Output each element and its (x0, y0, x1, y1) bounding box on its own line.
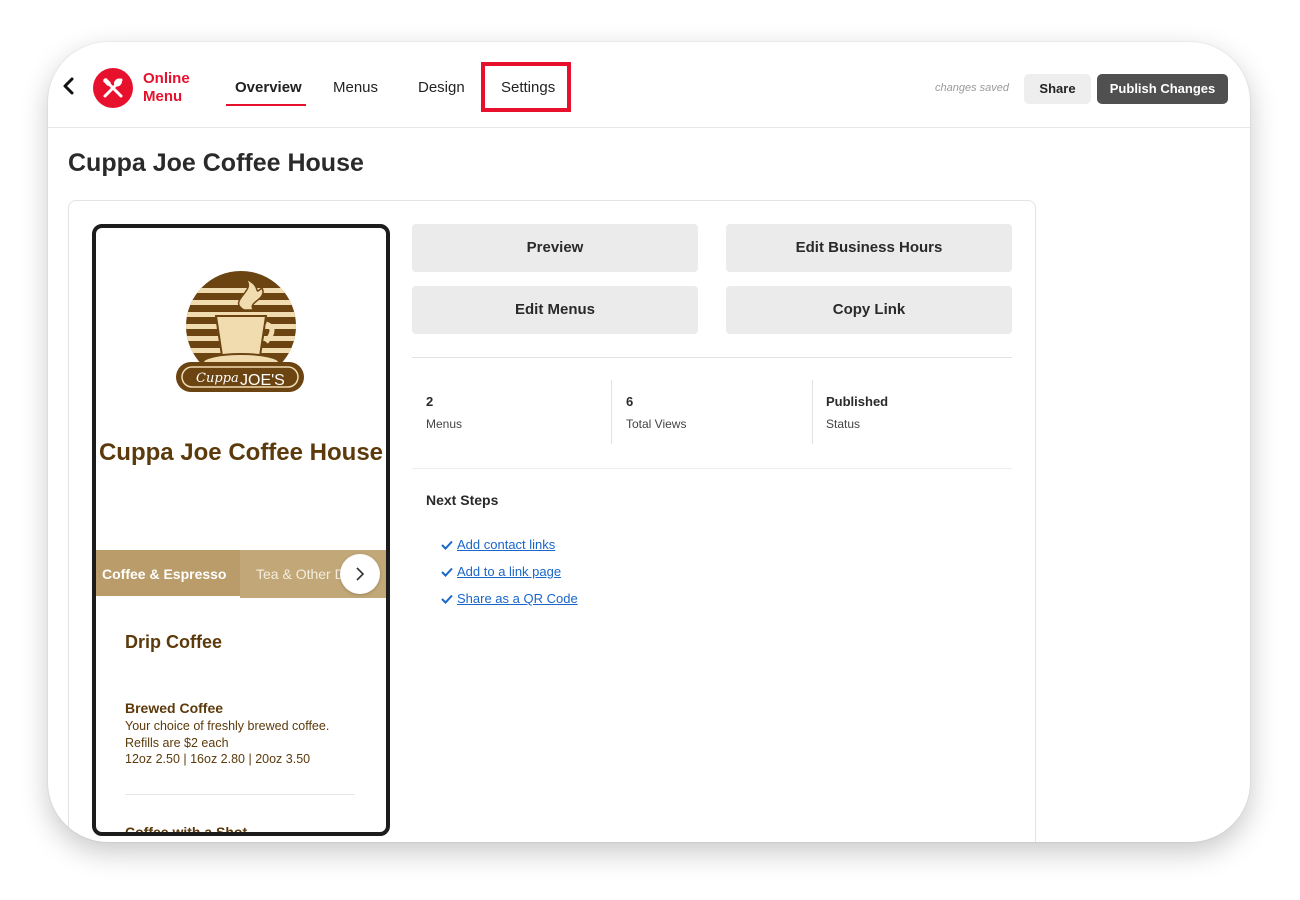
add-contact-links-link[interactable]: Add contact links (457, 537, 555, 552)
menu-phone-preview[interactable]: Cuppa JOE'S Cuppa Joe Coffee House Coffe… (92, 224, 390, 836)
publish-changes-button[interactable]: Publish Changes (1097, 74, 1228, 104)
app-window: Online Menu Overview Menus Design Settin… (48, 42, 1250, 842)
next-steps-divider (412, 468, 1012, 469)
category-tab-coffee[interactable]: Coffee & Espresso (96, 550, 240, 598)
menu-category-tabs: Coffee & Espresso Tea & Other D (96, 550, 386, 598)
logo-word-cuppa: Cuppa (196, 371, 239, 386)
share-button[interactable]: Share (1024, 74, 1091, 104)
stat-label: Menus (426, 417, 463, 431)
chevron-right-icon (356, 567, 365, 581)
stat-label: Total Views (626, 417, 687, 431)
menu-item-name: Coffee with a Shot (125, 824, 248, 836)
copy-link-button[interactable]: Copy Link (726, 286, 1012, 334)
preview-button[interactable]: Preview (412, 224, 698, 272)
top-bar: Online Menu Overview Menus Design Settin… (48, 42, 1250, 128)
tab-design[interactable]: Design (418, 79, 465, 96)
menu-item-name: Brewed Coffee (125, 700, 224, 716)
logo-word-joes: JOE'S (240, 372, 285, 389)
page-title: Cuppa Joe Coffee House (68, 149, 364, 177)
app-logo[interactable] (93, 68, 133, 108)
active-tab-indicator (226, 104, 306, 106)
edit-business-hours-button[interactable]: Edit Business Hours (726, 224, 1012, 272)
menu-item-description: Your choice of freshly brewed coffee. Re… (125, 719, 330, 750)
stat-value: 2 (426, 394, 434, 409)
next-category-button[interactable] (340, 554, 380, 594)
checkmark-icon (441, 567, 453, 577)
preview-business-name: Cuppa Joe Coffee House (98, 439, 384, 466)
tab-overview[interactable]: Overview (235, 79, 302, 96)
menu-section-title: Drip Coffee (125, 632, 223, 652)
category-tab-label: Coffee & Espresso (102, 566, 227, 582)
category-tab-tea[interactable]: Tea & Other D (256, 566, 346, 582)
checkmark-icon (441, 594, 453, 604)
save-status: changes saved (935, 82, 1009, 94)
stat-value: Published (826, 394, 889, 409)
stat-total-views: 6 Total Views (626, 394, 686, 431)
stat-divider (611, 380, 612, 444)
add-to-link-page-link[interactable]: Add to a link page (457, 564, 561, 579)
stat-status: Published Status (826, 394, 888, 431)
cuppa-joes-logo: Cuppa JOE'S (176, 271, 304, 392)
app-name: Online Menu (143, 70, 190, 105)
edit-menus-button[interactable]: Edit Menus (412, 286, 698, 334)
share-qr-code-link[interactable]: Share as a QR Code (457, 591, 578, 606)
menu-item-prices: 12oz 2.50 | 16oz 2.80 | 20oz 3.50 (125, 752, 311, 766)
settings-highlight-box (481, 62, 571, 112)
stat-label: Status (826, 417, 861, 431)
divider (412, 357, 1012, 358)
stat-value: 6 (626, 394, 634, 409)
menu-item-divider (125, 794, 355, 795)
next-steps-title: Next Steps (426, 492, 499, 508)
stat-menus: 2 Menus (426, 394, 462, 431)
back-chevron-icon[interactable] (62, 76, 76, 96)
checkmark-icon (441, 540, 453, 550)
stat-divider (812, 380, 813, 444)
tab-menus[interactable]: Menus (333, 79, 378, 96)
fork-knife-icon (103, 78, 123, 98)
